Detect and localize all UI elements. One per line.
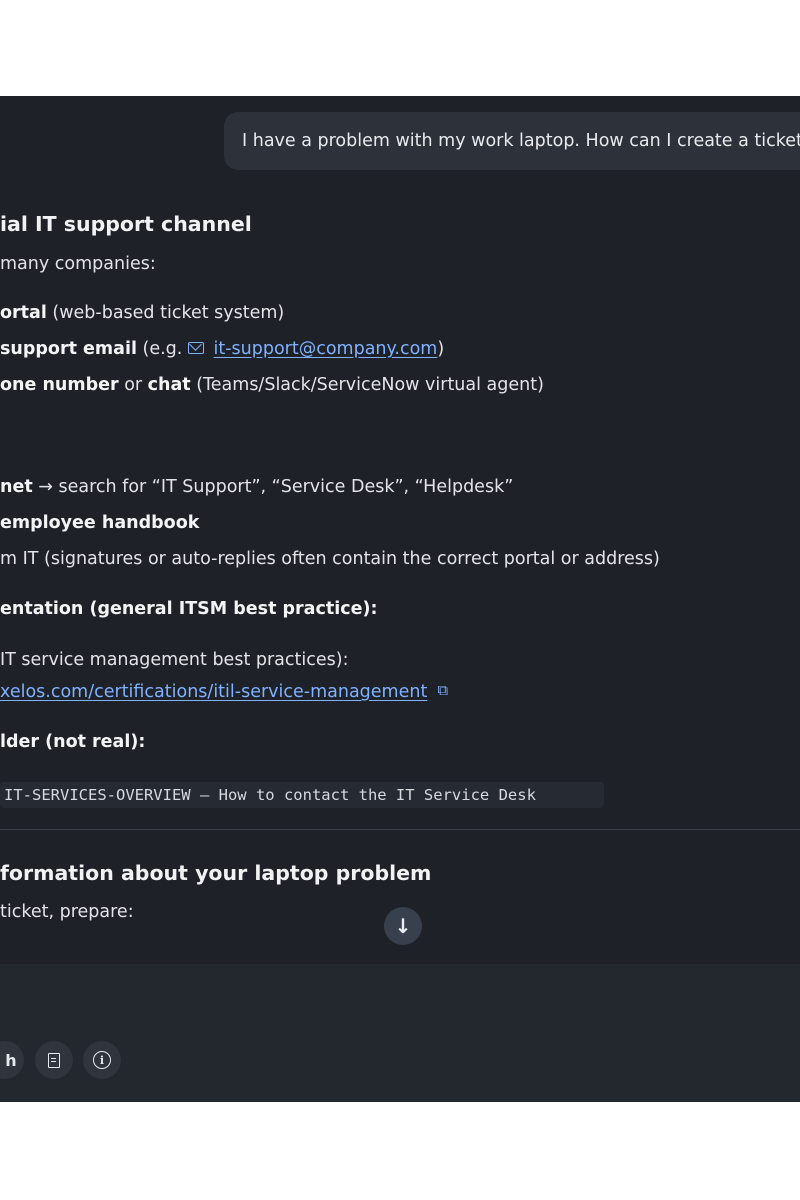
external-link-icon[interactable]: ⧉ [437,681,448,699]
docs-link-row: xelos.com/certifications/itil-service-ma… [0,681,448,702]
tool-label: h [5,1050,17,1070]
tip-bold: employee handbook [0,513,200,533]
tip-item-it-mail: m IT (signatures or auto-replies often c… [0,549,660,569]
list-item-bold: support email [0,339,137,359]
section-heading-support-channel: ial IT support channel [0,212,252,236]
composer-bar: h i [0,964,800,1102]
arrow-down-icon: ↓ [394,914,412,938]
support-email-link[interactable]: it-support@company.com [214,339,438,359]
section2-intro: ticket, prepare: [0,902,134,922]
info-button[interactable]: i [83,1041,121,1079]
list-item-phone-chat: one number or chat (Teams/Slack/ServiceN… [0,375,544,395]
docs-heading: entation (general ITSM best practice): [0,599,378,619]
user-message-bubble: I have a problem with my work laptop. Ho… [224,112,800,170]
placeholder-heading: lder (not real): [0,732,146,752]
list-item-email: support email (e.g. it-support@company.c… [0,339,444,359]
list-item-text: ) [437,339,445,359]
attach-document-button[interactable] [35,1041,73,1079]
info-icon: i [93,1051,111,1069]
itil-link[interactable]: xelos.com/certifications/itil-service-ma… [0,682,427,702]
docs-text: IT service management best practices): [0,650,349,670]
list-item-bold: ortal [0,303,47,323]
document-icon [48,1052,60,1068]
list-item-bold: one number [0,375,119,395]
mail-icon [187,342,204,354]
divider [0,829,800,830]
scroll-to-bottom-button[interactable]: ↓ [384,907,422,945]
section-intro: many companies: [0,254,156,274]
search-tool-button[interactable]: h [0,1041,24,1079]
tip-text: m IT (signatures or auto-replies often c… [0,549,660,569]
chat-window: I have a problem with my work laptop. Ho… [0,96,800,1102]
list-item-text: (Teams/Slack/ServiceNow virtual agent) [190,375,544,395]
list-item-text: or [118,375,148,395]
inline-code: IT-SERVICES-OVERVIEW – How to contact th… [0,782,604,808]
list-item-bold: chat [147,375,191,395]
tip-bold: net [0,477,33,497]
list-item-portal: ortal (web-based ticket system) [0,303,284,323]
user-message-text: I have a problem with my work laptop. Ho… [242,131,800,151]
list-item-text: (web-based ticket system) [46,303,285,323]
tip-text: → search for “IT Support”, “Service Desk… [32,477,514,497]
code-text: IT-SERVICES-OVERVIEW – How to contact th… [4,786,536,804]
list-item-text: (e.g. [136,339,188,359]
tip-item-handbook: employee handbook [0,513,199,533]
tip-item-intranet: net → search for “IT Support”, “Service … [0,477,513,497]
section-heading-laptop-problem: formation about your laptop problem [0,861,432,885]
